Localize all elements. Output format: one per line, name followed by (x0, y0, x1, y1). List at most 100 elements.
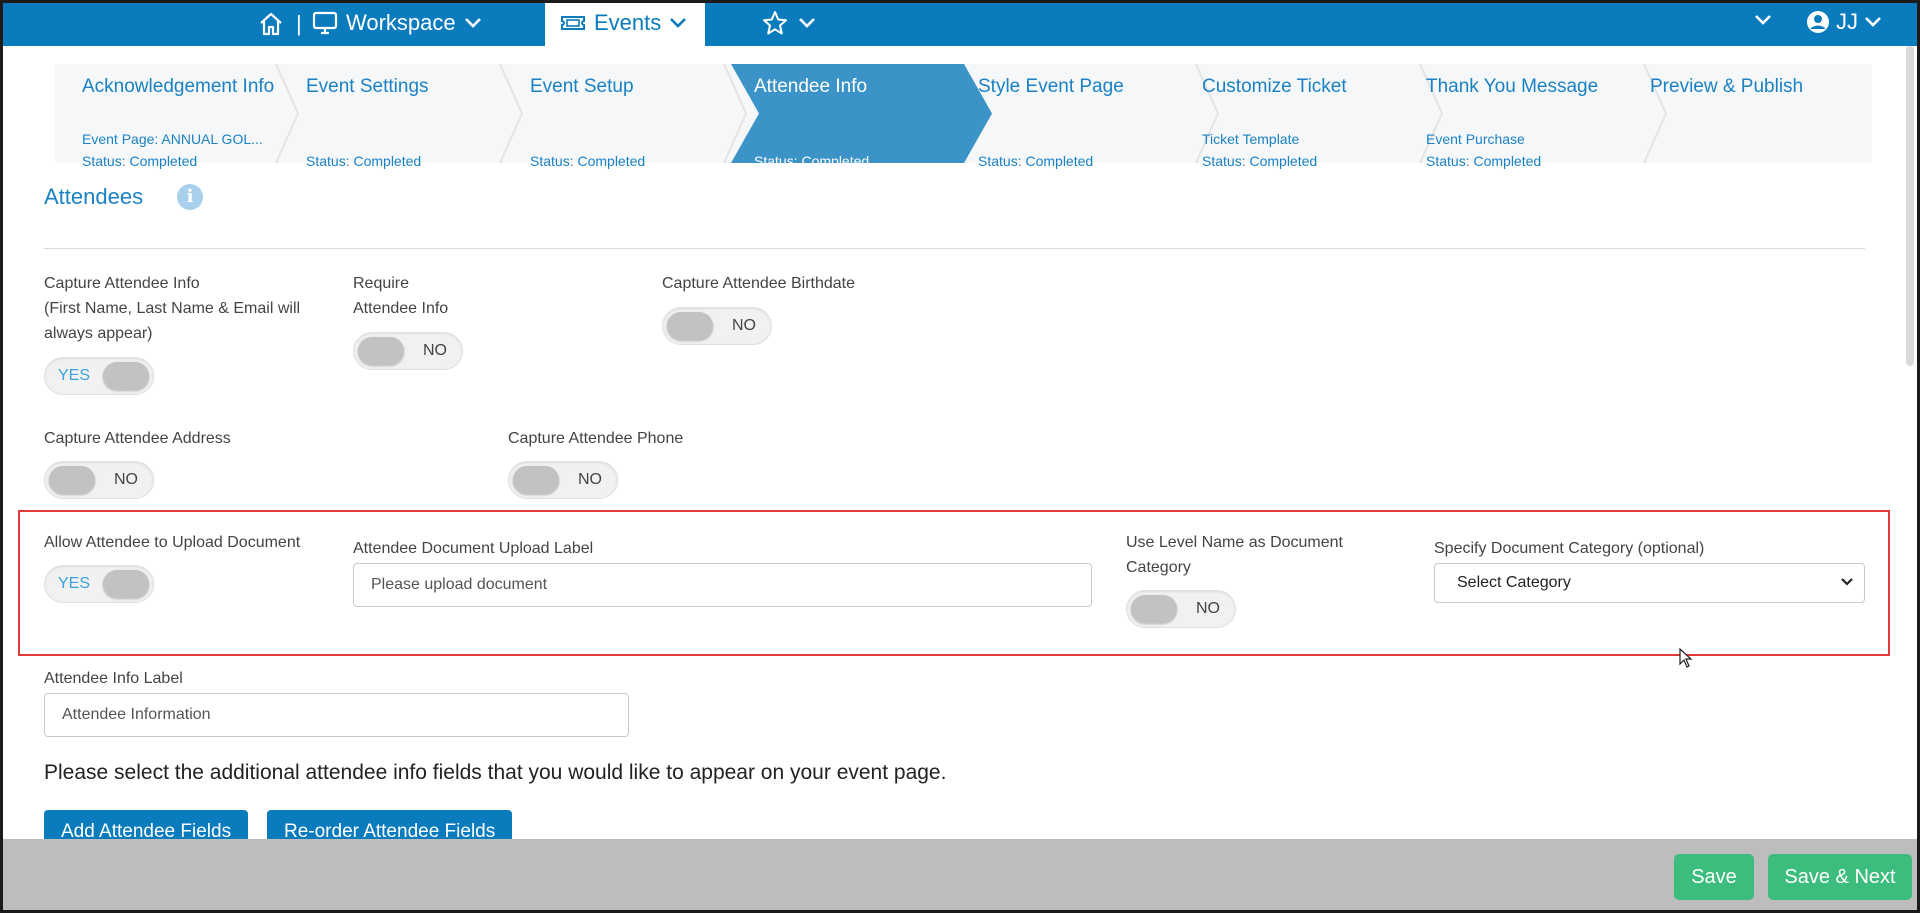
toggle-knob (1131, 595, 1177, 623)
allow-upload-toggle[interactable]: YES (44, 565, 154, 603)
workspace-label: Workspace (346, 10, 456, 35)
toggle-knob (103, 570, 149, 598)
user-initials: JJ (1836, 9, 1858, 34)
label-line: Require (353, 275, 410, 292)
step-event-setup[interactable]: Event Setup Status: Completed (503, 64, 727, 169)
step-detail (306, 128, 421, 150)
step-name: Thank You Message (1426, 76, 1599, 97)
scrollbar[interactable] (1906, 46, 1914, 366)
step-name: Event Settings (306, 76, 429, 97)
capture-birthdate-label: Capture Attendee Birthdate (662, 275, 856, 292)
step-status: Status: Completed (1202, 153, 1318, 169)
label-line: always appear) (44, 325, 153, 342)
toggle-knob (49, 466, 95, 494)
save-button[interactable]: Save (1674, 854, 1754, 900)
section-divider (44, 248, 1865, 249)
step-status: Status: Completed (82, 153, 198, 169)
top-nav: | Workspace Events JJ (0, 0, 1920, 46)
step-style-event-page[interactable]: Style Event Page Status: Completed (951, 64, 1175, 169)
capture-address-toggle[interactable]: NO (44, 461, 154, 499)
step-name: Preview & Publish (1650, 76, 1804, 97)
events-menu[interactable]: Events (545, 0, 705, 46)
star-icon (762, 10, 788, 36)
toggle-text: NO (114, 471, 138, 488)
chevron-down-icon[interactable] (1754, 14, 1772, 26)
doc-category-select[interactable]: Select Category (1434, 563, 1865, 603)
step-attendee-info[interactable]: Attendee Info Status: Completed (727, 64, 951, 169)
toggle-knob (667, 312, 713, 340)
capture-info-label: Capture Attendee Info (First Name, Last … (44, 271, 300, 346)
step-name: Style Event Page (978, 76, 1124, 97)
capture-birthdate-toggle[interactable]: NO (662, 307, 772, 345)
capture-info-toggle[interactable]: YES (44, 357, 154, 395)
ticket-icon (560, 13, 586, 33)
require-info-label: Require Attendee Info (353, 271, 448, 321)
upload-label-input[interactable]: Please upload document (353, 563, 1092, 607)
user-menu[interactable]: JJ (1806, 9, 1882, 35)
mouse-cursor-icon (1679, 648, 1693, 668)
chevron-down-icon (669, 17, 687, 29)
step-acknowledgement-info[interactable]: Acknowledgement Info Event Page: ANNUAL … (55, 64, 279, 169)
chevron-down-icon (464, 17, 482, 29)
save-next-button[interactable]: Save & Next (1768, 854, 1912, 900)
info-icon[interactable]: i (177, 184, 203, 210)
step-name: Event Setup (530, 76, 634, 97)
monitor-icon (312, 11, 338, 35)
toggle-text: YES (58, 575, 91, 592)
toggle-text: YES (58, 367, 91, 384)
step-detail: Ticket Template (1202, 131, 1300, 147)
toggle-text: NO (732, 317, 756, 334)
capture-phone-label: Capture Attendee Phone (508, 430, 684, 447)
toggle-knob (358, 337, 404, 365)
allow-upload-label: Allow Attendee to Upload Document (44, 534, 301, 551)
user-avatar-icon (1806, 10, 1830, 34)
step-status: Status: Completed (1426, 153, 1542, 169)
chevron-down-icon (1864, 16, 1882, 28)
step-detail (754, 128, 869, 150)
toggle-text: NO (1196, 600, 1220, 617)
select-value: Select Category (1457, 574, 1571, 591)
attendee-info-label-label: Attendee Info Label (44, 670, 183, 687)
label-line: Attendee Info (353, 300, 449, 317)
doc-category-label: Specify Document Category (optional) (1434, 540, 1705, 557)
step-event-settings[interactable]: Event Settings Status: Completed (279, 64, 503, 169)
step-detail (530, 128, 645, 150)
step-customize-ticket[interactable]: Customize Ticket Ticket Template Status: … (1175, 64, 1399, 169)
workspace-menu[interactable]: Workspace (312, 8, 482, 38)
step-status: Status: Completed (306, 153, 422, 169)
step-detail: Event Purchase (1426, 131, 1525, 147)
step-status: Status: Completed (754, 153, 870, 169)
home-icon[interactable] (257, 10, 285, 38)
wizard-steps: Acknowledgement Info Event Page: ANNUAL … (55, 64, 1872, 169)
step-detail (978, 128, 1093, 150)
step-name: Customize Ticket (1202, 76, 1347, 97)
step-name: Attendee Info (754, 76, 868, 97)
chevron-down-icon (798, 17, 816, 29)
label-line: Use Level Name as Document (1126, 534, 1343, 551)
toggle-text: NO (423, 342, 447, 359)
attendee-info-label-input[interactable]: Attendee Information (44, 693, 629, 737)
toggle-knob (513, 466, 559, 494)
label-line: Capture Attendee Info (44, 275, 200, 292)
capture-phone-toggle[interactable]: NO (508, 461, 618, 499)
step-status: Status: Completed (978, 153, 1094, 169)
chevron-down-icon (1840, 577, 1854, 587)
upload-label-label: Attendee Document Upload Label (353, 540, 594, 557)
toggle-knob (103, 362, 149, 390)
use-level-name-label: Use Level Name as Document Category (1126, 530, 1343, 580)
label-line: Category (1126, 559, 1191, 576)
step-status: Status: Completed (530, 153, 646, 169)
favorites-menu[interactable] (762, 10, 816, 36)
require-info-toggle[interactable]: NO (353, 332, 463, 370)
step-thank-you-message[interactable]: Thank You Message Event Purchase Status: … (1399, 64, 1623, 169)
step-name: Acknowledgement Info (82, 76, 275, 97)
section-title: Attendees (44, 184, 144, 209)
toggle-text: NO (578, 471, 602, 488)
step-detail: Event Page: ANNUAL GOL... (82, 131, 263, 147)
footer-bar (0, 839, 1920, 913)
step-preview-publish[interactable]: Preview & Publish (1623, 64, 1847, 163)
instructions-text: Please select the additional attendee in… (44, 761, 947, 784)
use-level-name-toggle[interactable]: NO (1126, 590, 1236, 628)
events-label: Events (594, 10, 662, 35)
capture-address-label: Capture Attendee Address (44, 430, 231, 447)
